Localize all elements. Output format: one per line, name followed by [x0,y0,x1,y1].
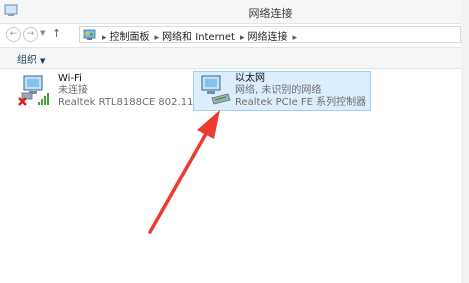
breadcrumb-control-panel[interactable]: 控制面板 [110,32,150,43]
control-panel-icon [83,29,96,40]
breadcrumb: ▸ 控制面板 ▸ 网络和 Internet ▸ 网络连接 ▸ [100,28,300,43]
address-path-field[interactable]: ▸ 控制面板 ▸ 网络和 Internet ▸ 网络连接 ▸ [79,26,461,43]
chevron-down-icon: ▼ [40,57,46,65]
recent-locations-dropdown-icon[interactable]: ▼ [40,29,45,37]
connection-item-ethernet[interactable]: 以太网 网络, 未识别的网络 Realtek PCIe FE 系列控制器 [193,71,371,111]
back-button[interactable]: ← [6,27,21,42]
right-edge-strip [461,0,469,283]
title-bar: 网络连接 [0,0,461,24]
connection-adapter: Realtek PCIe FE 系列控制器 [235,97,367,108]
connection-status: 网络, 未识别的网络 [235,85,322,96]
breadcrumb-network-internet[interactable]: 网络和 Internet [162,32,235,43]
connection-item-wifi[interactable]: Wi-Fi 未连接 Realtek RTL8188CE 802.11b/g... [14,71,219,111]
up-level-button[interactable]: ↑ [52,27,61,40]
wifi-adapter-icon [18,75,49,106]
breadcrumb-separator-icon[interactable]: ▸ [240,33,245,43]
network-connections-window: 网络连接 ← → ▼ ↑ ▸ 控制面板 ▸ 网络和 Internet ▸ 网络连接 ▸ 组织… [0,0,462,283]
breadcrumb-separator-icon[interactable]: ▸ [155,33,160,43]
forward-button[interactable]: → [23,27,38,42]
address-bar: ← → ▼ ↑ ▸ 控制面板 ▸ 网络和 Internet ▸ 网络连接 ▸ [0,24,461,46]
organize-menu-button[interactable]: 组织 ▼ [17,51,45,66]
command-bar: 组织 ▼ [0,47,461,69]
breadcrumb-network-connections[interactable]: 网络连接 [247,32,287,43]
organize-label: 组织 [17,55,37,66]
ethernet-adapter-icon [201,75,231,105]
connection-name: 以太网 [235,73,265,84]
window-title: 网络连接 [248,7,293,20]
breadcrumb-separator-icon: ▸ [102,33,107,43]
breadcrumb-separator-icon[interactable]: ▸ [292,33,297,43]
